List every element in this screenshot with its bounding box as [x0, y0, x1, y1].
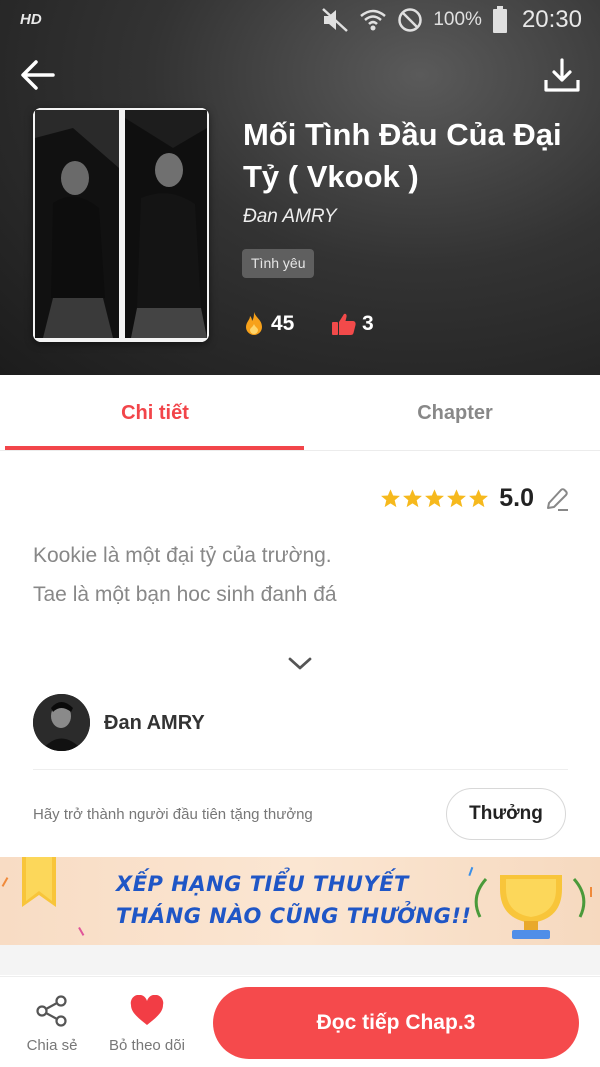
unfollow-label: Bỏ theo dõi: [109, 1037, 185, 1054]
like-stat: 3: [331, 311, 374, 337]
book-title: Mối Tình Đầu Của Đại Tỷ ( Vkook ): [243, 117, 562, 194]
book-cover-image[interactable]: [33, 108, 209, 342]
bottom-action-bar: Chia sẻ Bỏ theo dõi Đọc tiếp Chap.3: [0, 976, 600, 1067]
star-icon: [381, 489, 401, 508]
rating-value: 5.0: [499, 484, 534, 512]
chevron-down-icon: [288, 657, 312, 670]
star-rating[interactable]: [380, 488, 489, 509]
do-not-disturb-icon: [398, 8, 423, 32]
author-avatar-image: [33, 694, 90, 751]
ranking-banner[interactable]: XẾP HẠNG TIỂU THUYẾT THÁNG NÀO CŨNG THƯỞ…: [0, 857, 600, 945]
cover-art: [33, 108, 209, 342]
download-icon: [544, 58, 580, 92]
back-button[interactable]: [18, 55, 58, 95]
continue-reading-button[interactable]: Đọc tiếp Chap.3: [213, 987, 579, 1059]
description-line: Tae là một bạn hoc sinh đanh đá: [33, 583, 337, 606]
share-icon: [36, 995, 67, 1027]
banner-art: [1, 857, 592, 939]
unfollow-button[interactable]: Bỏ theo dõi: [100, 993, 194, 1054]
star-icon: [425, 489, 445, 508]
banner-title-line-1: XẾP HẠNG TIỂU THUYẾT: [116, 872, 409, 896]
book-author[interactable]: Đan AMRY: [243, 206, 337, 228]
status-bar: HD 100% 20:30: [0, 0, 600, 42]
author-row[interactable]: Đan AMRY: [33, 694, 568, 770]
star-icon: [469, 489, 489, 508]
share-button[interactable]: Chia sẻ: [20, 993, 84, 1054]
battery-icon: [492, 6, 507, 33]
fire-count: 45: [271, 312, 295, 335]
tab-chapter[interactable]: Chapter: [305, 375, 600, 451]
star-icon: [403, 489, 423, 508]
book-header: HD 100% 20:30 Mối Tình Đầu Của Đại Tỷ (…: [0, 0, 600, 375]
hd-indicator: HD: [20, 11, 42, 28]
star-icon: [447, 489, 467, 508]
share-label: Chia sẻ: [26, 1037, 78, 1054]
arrow-left-icon: [21, 60, 55, 90]
expand-description-button[interactable]: [285, 650, 315, 678]
tab-details[interactable]: Chi tiết: [5, 375, 305, 451]
edit-rating-icon[interactable]: [544, 486, 570, 512]
section-divider: [0, 945, 600, 975]
fire-stat: 45: [242, 311, 294, 337]
reward-button[interactable]: Thưởng: [446, 788, 566, 840]
download-button[interactable]: [542, 56, 582, 96]
thumbs-up-icon: [332, 313, 356, 335]
heart-icon: [130, 995, 164, 1025]
avatar[interactable]: [33, 694, 90, 751]
description-line: Kookie là một đại tỷ của trường.: [33, 544, 332, 567]
rating-row: 5.0: [380, 484, 570, 513]
banner-title-line-2: THÁNG NÀO CŨNG THƯỞNG!!: [116, 904, 472, 928]
genre-tag[interactable]: Tình yêu: [242, 249, 315, 278]
like-count: 3: [362, 312, 374, 335]
fire-icon: [246, 312, 262, 335]
active-tab-indicator: [5, 446, 304, 450]
clock: 20:30: [521, 6, 582, 33]
reward-prompt: Hãy trở thành người đầu tiên tặng thưởng: [33, 806, 313, 823]
wifi-icon: [360, 9, 387, 31]
tab-bar: Chi tiết Chapter: [0, 375, 600, 451]
author-name[interactable]: Đan AMRY: [104, 712, 205, 735]
battery-percent: 100%: [433, 9, 482, 30]
book-description: Kookie là một đại tỷ của trường. Tae là …: [33, 536, 573, 614]
mute-icon: [322, 8, 349, 32]
